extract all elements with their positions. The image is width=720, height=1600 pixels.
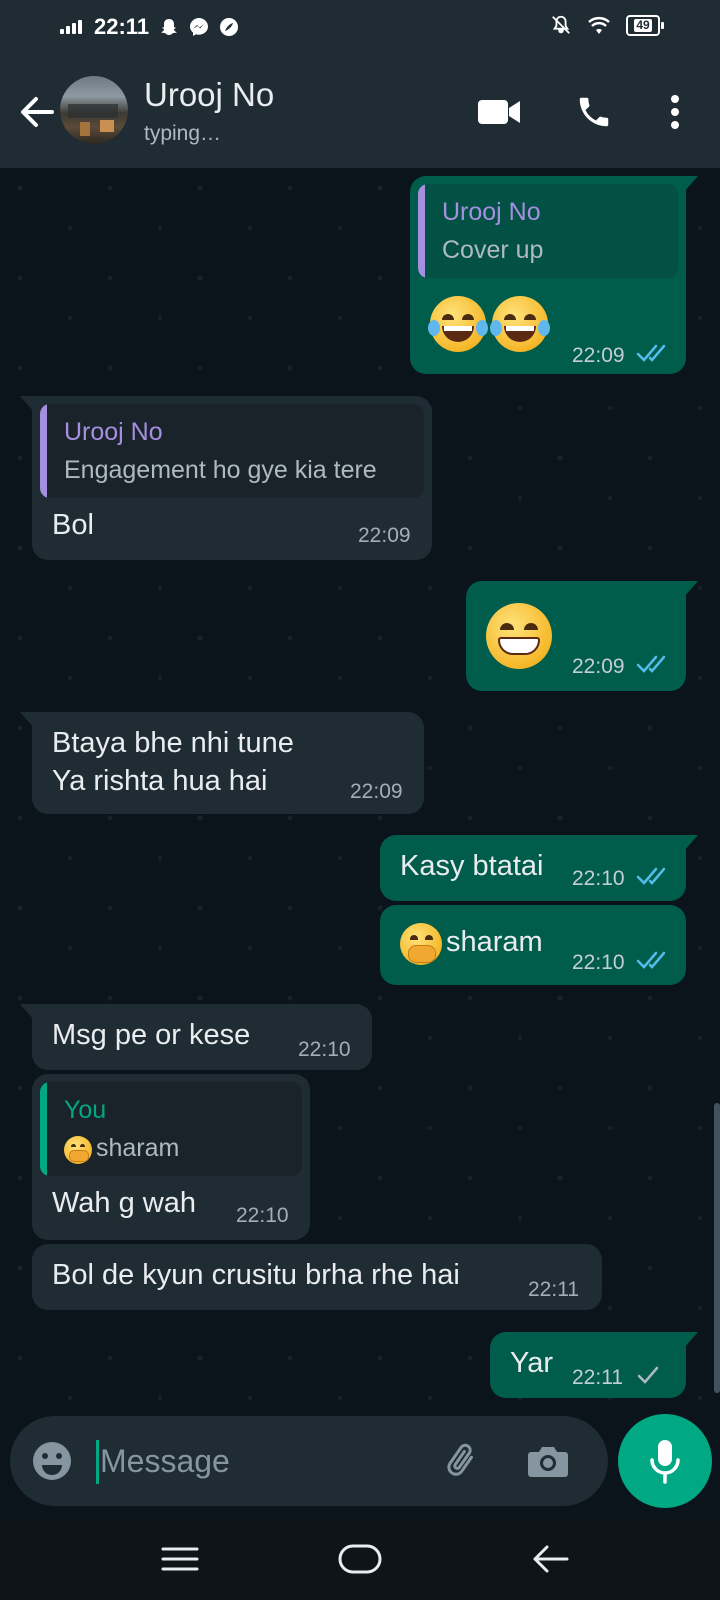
- message-text-line: Btaya bhe nhi tune: [52, 727, 294, 759]
- microphone-icon: [650, 1440, 680, 1484]
- home-pill-icon: [338, 1544, 382, 1574]
- back-arrow-icon: [533, 1545, 569, 1573]
- chat-header: Urooj No typing…: [0, 56, 720, 168]
- message-time: 22:09: [572, 655, 625, 678]
- read-receipt-icon: [636, 951, 666, 969]
- wifi-icon: [588, 17, 610, 34]
- menu-lines-icon: [161, 1547, 199, 1571]
- message-time: 22:10: [572, 867, 625, 890]
- quoted-message[interactable]: Urooj No Engagement ho gye kia tere: [40, 404, 424, 498]
- message-text: Kasy btatai: [400, 850, 544, 882]
- message-text: sharam: [446, 926, 543, 958]
- message-bubble[interactable]: Urooj No Engagement ho gye kia tere Bol …: [20, 396, 432, 560]
- message-bubble[interactable]: Yar 22:11: [490, 1332, 698, 1398]
- camera-button[interactable]: [526, 1439, 570, 1483]
- contact-name[interactable]: Urooj No: [144, 76, 274, 114]
- leaf-app-icon: [220, 18, 239, 36]
- message-text: Bol: [52, 509, 94, 541]
- message-input[interactable]: [100, 1438, 430, 1484]
- avatar[interactable]: [60, 76, 128, 144]
- face-with-hand-over-mouth-emoji: [64, 1136, 92, 1164]
- messenger-icon: [190, 18, 209, 36]
- quoted-sender: Urooj No: [442, 198, 541, 226]
- quoted-message[interactable]: Urooj No Cover up: [418, 184, 678, 278]
- quoted-message[interactable]: You sharam: [40, 1082, 302, 1176]
- message-time: 22:10: [572, 951, 625, 974]
- quoted-text: Engagement ho gye kia tere: [64, 456, 377, 484]
- snapchat-icon: [161, 19, 178, 35]
- status-bar: 22:11 49: [0, 0, 720, 56]
- message-text: Msg pe or kese: [52, 1019, 251, 1051]
- system-navigation-bar: [0, 1518, 720, 1600]
- message-text: Bol de kyun crusitu brha rhe hai: [52, 1259, 460, 1291]
- battery-icon: 49: [626, 14, 664, 36]
- message-time: 22:10: [236, 1204, 289, 1227]
- message-text: Wah g wah: [52, 1187, 196, 1219]
- read-receipt-icon: [636, 655, 666, 673]
- scrollbar-thumb[interactable]: [714, 1103, 720, 1393]
- message-bubble[interactable]: Bol de kyun crusitu brha rhe hai 22:11: [32, 1244, 602, 1310]
- message-bubble[interactable]: Btaya bhe nhi tune Ya rishta hua hai 22:…: [20, 712, 424, 814]
- message-bubble[interactable]: Kasy btatai 22:10: [380, 835, 698, 901]
- quoted-sender: Urooj No: [64, 418, 163, 446]
- message-bubble[interactable]: Urooj No Cover up 22:09: [410, 176, 698, 374]
- message-time: 22:09: [572, 344, 625, 367]
- back-arrow-icon[interactable]: [16, 92, 56, 132]
- emoji-button[interactable]: [30, 1439, 74, 1483]
- face-with-hand-over-mouth-emoji: [400, 923, 442, 965]
- message-bubble[interactable]: Msg pe or kese 22:10: [20, 1004, 372, 1070]
- message-bubble[interactable]: sharam 22:10: [380, 905, 686, 985]
- mute-bell-icon: [552, 15, 570, 34]
- status-time: 22:11: [94, 14, 150, 39]
- phone-icon: [579, 97, 609, 127]
- video-call-button[interactable]: [474, 88, 524, 136]
- voice-call-button[interactable]: [570, 88, 618, 136]
- paperclip-icon: [447, 1443, 474, 1476]
- face-with-tears-of-joy-emoji: [428, 296, 488, 352]
- message-time: 22:11: [572, 1366, 623, 1389]
- smiley-icon: [33, 1442, 71, 1480]
- quoted-sender: You: [64, 1096, 107, 1124]
- system-back-button[interactable]: [528, 1536, 572, 1582]
- beaming-face-emoji: [486, 603, 552, 669]
- message-list[interactable]: Urooj No Cover up 22:09 Urooj No Engagem…: [0, 168, 720, 1408]
- home-button[interactable]: [336, 1536, 384, 1582]
- camera-icon: [528, 1447, 568, 1477]
- battery-level: 49: [634, 17, 652, 32]
- message-composer: [10, 1416, 608, 1506]
- sent-tick-icon: [637, 1366, 659, 1384]
- signal-icon: [60, 20, 82, 34]
- text-cursor: [96, 1440, 99, 1484]
- more-vertical-icon: [671, 95, 679, 129]
- quoted-text: Cover up: [442, 236, 544, 264]
- read-receipt-icon: [636, 867, 666, 885]
- message-time: 22:10: [298, 1038, 351, 1061]
- voice-message-button[interactable]: [618, 1414, 712, 1508]
- recents-button[interactable]: [158, 1536, 202, 1582]
- message-text-line: Ya rishta hua hai: [52, 765, 268, 797]
- message-text: Yar: [510, 1347, 553, 1379]
- read-receipt-icon: [636, 344, 666, 362]
- attach-button[interactable]: [440, 1439, 484, 1483]
- face-with-tears-of-joy-emoji: [490, 296, 550, 352]
- message-time: 22:09: [350, 780, 403, 803]
- quoted-text: sharam: [96, 1134, 180, 1162]
- message-time: 22:09: [358, 524, 411, 547]
- more-options-button[interactable]: [660, 88, 690, 136]
- message-bubble[interactable]: You sharam Wah g wah 22:10: [32, 1074, 310, 1240]
- contact-status: typing…: [144, 122, 222, 145]
- video-camera-icon: [478, 100, 520, 124]
- message-time: 22:11: [528, 1278, 579, 1301]
- message-bubble[interactable]: 22:09: [466, 581, 698, 691]
